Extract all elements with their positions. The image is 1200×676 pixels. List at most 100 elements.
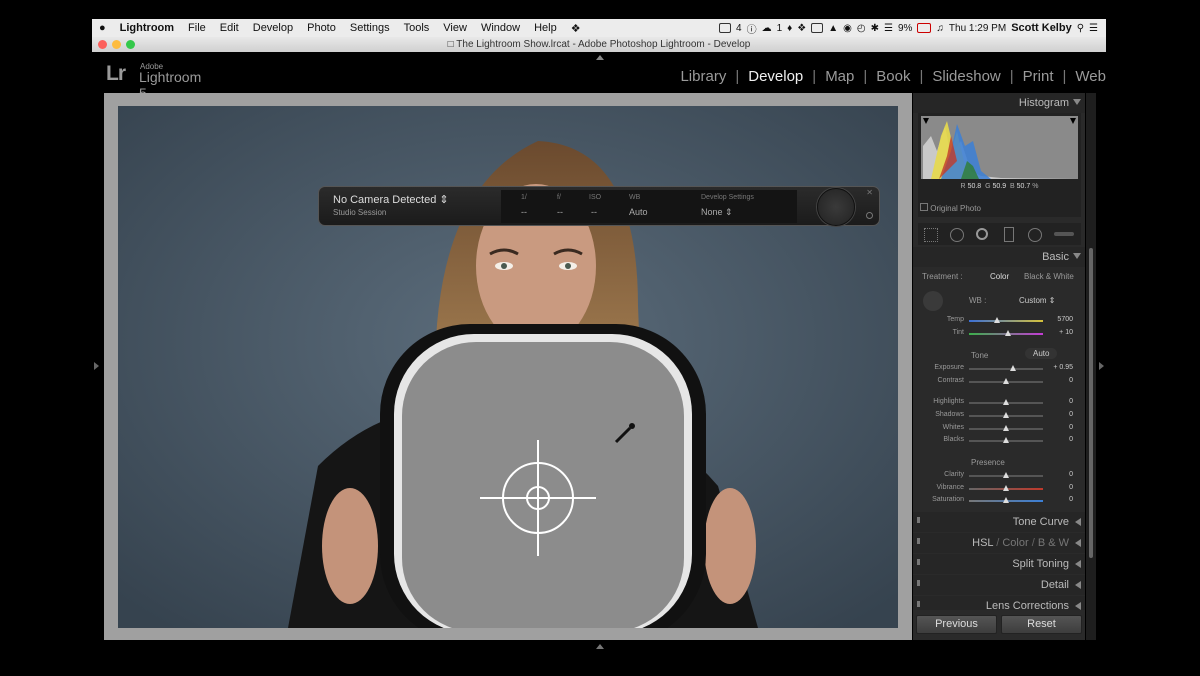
highlights-knob[interactable] [1003,399,1009,405]
module-slideshow[interactable]: Slideshow [923,68,1009,85]
clarity-value[interactable]: 0 [1069,471,1073,478]
saturation-value[interactable]: 0 [1069,496,1073,503]
panel-switch-icon[interactable] [917,559,920,565]
exposure-knob[interactable] [1009,365,1016,371]
whites-knob[interactable] [1003,425,1009,431]
blacks-knob[interactable] [1003,437,1009,443]
capture-button[interactable] [817,188,855,226]
vibrance-slider[interactable]: Vibrance 0 [913,483,1085,495]
spotlight-search-icon[interactable]: ⚲ [1077,23,1084,34]
vibrance-knob[interactable] [1003,485,1009,491]
filmstrip-toggle-icon[interactable] [596,644,604,649]
contrast-track[interactable] [969,378,1043,384]
blacks-track[interactable] [969,437,1043,443]
menu-file[interactable]: File [181,22,213,34]
clarity-track[interactable] [969,472,1043,478]
whites-track[interactable] [969,425,1043,431]
menu-lightroom[interactable]: Lightroom [113,22,181,34]
saturation-knob[interactable] [1003,497,1009,503]
panel-switch-icon[interactable] [917,601,920,607]
apple-menu-icon[interactable]: ● [92,22,113,34]
display-icon[interactable] [811,23,824,33]
shadows-track[interactable] [969,412,1043,418]
notification-center-icon[interactable]: ☰ [1089,23,1098,34]
graduated-filter-icon[interactable] [1004,227,1014,242]
highlights-slider[interactable]: Highlights 0 [913,397,1085,409]
user-name[interactable]: Scott Kelby [1011,22,1072,34]
contrast-value[interactable]: 0 [1069,377,1073,384]
battery-icon[interactable] [917,23,932,33]
adjustment-brush-icon[interactable] [1054,232,1074,236]
tint-value[interactable]: + 10 [1059,329,1073,336]
temp-track[interactable] [969,317,1043,323]
evernote-icon[interactable]: ♦ [787,23,792,34]
module-develop[interactable]: Develop [739,68,812,85]
crop-tool-icon[interactable] [924,228,938,242]
blacks-value[interactable]: 0 [1069,436,1073,443]
color-tab[interactable]: Color [1002,537,1028,549]
tether-settings-icon[interactable] [866,212,873,219]
module-library[interactable]: Library [671,68,735,85]
saturation-track[interactable] [969,497,1043,503]
menu-develop[interactable]: Develop [246,22,300,34]
previous-button[interactable]: Previous [916,615,997,634]
right-panel-toggle-icon[interactable] [1099,362,1104,370]
time-machine-icon[interactable]: ◴ [857,23,866,34]
treatment-bw-option[interactable]: Black & White [1024,272,1074,281]
saturation-slider[interactable]: Saturation 0 [913,495,1085,507]
spot-removal-icon[interactable] [950,228,964,242]
histogram-graph[interactable] [921,116,1078,179]
left-panel-toggle-icon[interactable] [94,362,99,370]
detail-header[interactable]: Detail [913,575,1085,595]
photo-preview[interactable] [118,106,898,628]
shadows-slider[interactable]: Shadows 0 [913,410,1085,422]
bw-tab[interactable]: B & W [1038,537,1069,549]
info-icon[interactable]: ⓘ [747,21,757,36]
top-panel-toggle-icon[interactable] [596,55,604,60]
highlights-value[interactable]: 0 [1069,398,1073,405]
lens-corrections-header[interactable]: Lens Corrections [913,596,1085,610]
clarity-knob[interactable] [1003,472,1009,478]
module-book[interactable]: Book [867,68,919,85]
shadows-value[interactable]: 0 [1069,411,1073,418]
red-eye-icon[interactable] [976,228,988,240]
vibrance-track[interactable] [969,485,1043,491]
minimize-window-button[interactable] [112,40,121,49]
module-web[interactable]: Web [1066,68,1106,85]
whites-slider[interactable]: Whites 0 [913,423,1085,435]
tint-track[interactable] [969,330,1043,336]
app-badge-icon[interactable] [719,23,732,33]
menu-tools[interactable]: Tools [397,22,437,34]
temp-slider[interactable]: Temp 5700 [913,315,1085,327]
radial-filter-icon[interactable] [1028,228,1042,242]
menu-window[interactable]: Window [474,22,527,34]
cloud-sync-icon[interactable]: ☁ [762,23,772,34]
scrollbar-thumb[interactable] [1089,248,1093,558]
dropbox-icon[interactable]: ❖ [797,23,806,34]
contrast-slider[interactable]: Contrast 0 [913,376,1085,388]
exposure-value[interactable]: + 0.95 [1053,364,1073,371]
develop-settings-select[interactable]: None ⇕ [701,207,733,218]
module-print[interactable]: Print [1014,68,1063,85]
clarity-slider[interactable]: Clarity 0 [913,470,1085,482]
hsl-header[interactable]: HSL / Color / B & W [913,533,1085,553]
highlights-track[interactable] [969,399,1043,405]
volume-icon[interactable]: ♫ [936,23,944,34]
reset-button[interactable]: Reset [1001,615,1082,634]
blacks-slider[interactable]: Blacks 0 [913,435,1085,447]
menu-edit[interactable]: Edit [213,22,246,34]
bolt-icon[interactable]: ❖ [564,22,588,35]
zoom-window-button[interactable] [126,40,135,49]
histogram-header[interactable]: Histogram [913,93,1085,113]
panel-switch-icon[interactable] [917,517,920,523]
clock[interactable]: Thu 1:29 PM [949,23,1006,34]
contrast-knob[interactable] [1003,378,1009,384]
tint-knob[interactable] [1005,330,1012,336]
treatment-color-option[interactable]: Color [990,272,1009,281]
original-photo-checkbox[interactable] [920,203,928,211]
wb-eyedropper-icon[interactable] [923,291,943,311]
module-map[interactable]: Map [816,68,863,85]
basic-header[interactable]: Basic [913,247,1085,267]
split-toning-header[interactable]: Split Toning [913,554,1085,574]
shadows-knob[interactable] [1003,412,1009,418]
